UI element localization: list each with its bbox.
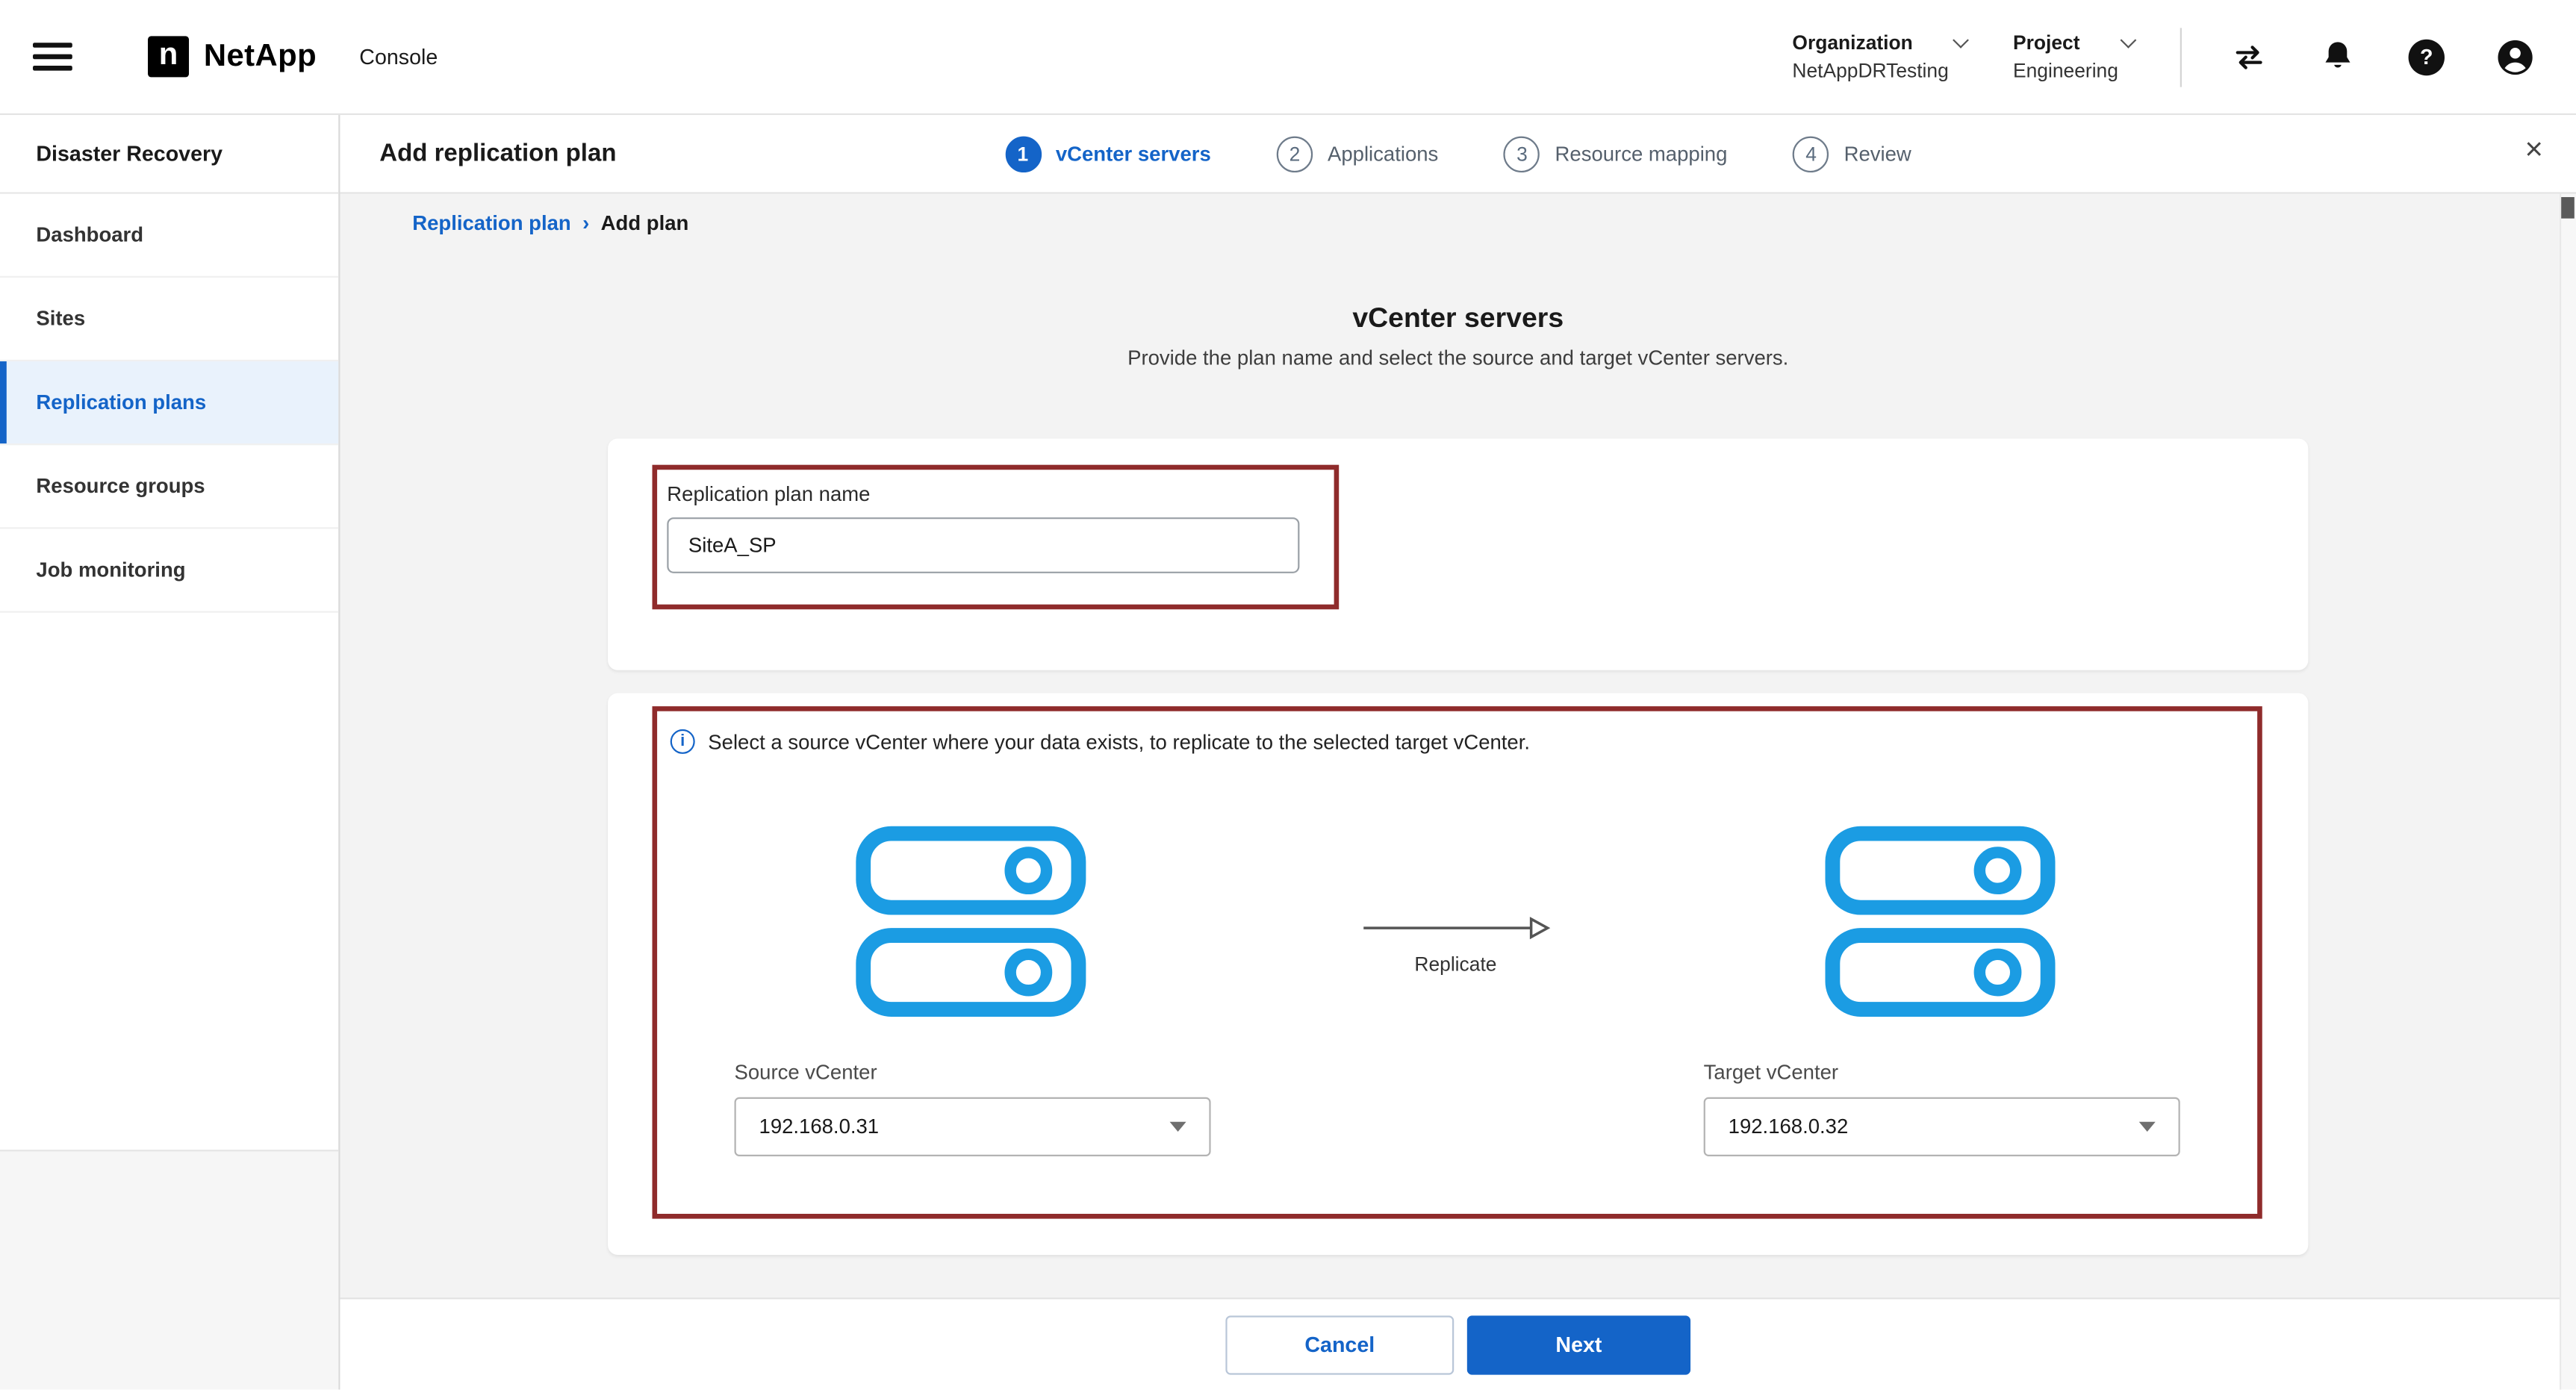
chevron-down-icon [2121,32,2137,49]
netapp-logo-mark: n [148,36,189,77]
wizard-content: Replication plan › Add plan vCenter serv… [340,194,2576,1298]
organization-value: NetAppDRTesting [1792,59,1967,82]
step-vcenter-servers[interactable]: 1 vCenter servers [1005,136,1211,172]
sidebar-item-label: Job monitoring [36,558,185,582]
step-number: 2 [1277,136,1313,172]
wizard-stepper: 1 vCenter servers 2 Applications 3 Resou… [1005,136,1911,172]
step-review[interactable]: 4 Review [1793,136,1911,172]
source-vcenter-value: 192.168.0.31 [759,1115,880,1138]
info-row: i Select a source vCenter where your dat… [671,729,1530,754]
netapp-logo-text: NetApp [204,39,317,75]
vcenter-selection-card: i Select a source vCenter where your dat… [608,694,2308,1255]
notifications-bell-icon[interactable] [2316,35,2359,78]
help-glyph: ? [2409,39,2445,75]
page-subheading: Provide the plan name and select the sou… [340,346,2576,370]
wizard-footer: Cancel Next [340,1297,2576,1389]
sidebar-item-label: Resource groups [36,475,205,498]
plan-name-label: Replication plan name [667,483,870,506]
project-value: Engineering [2013,59,2134,82]
sidebar-item-label: Dashboard [36,223,143,246]
step-resource-mapping[interactable]: 3 Resource mapping [1504,136,1727,172]
connector-icon[interactable] [2228,35,2271,78]
app-window: n NetApp Console Organization NetAppDRTe… [0,0,2576,1389]
sidebar-empty-area [0,1150,338,1389]
sidebar-item-sites[interactable]: Sites [0,278,338,361]
step-label: vCenter servers [1056,142,1211,165]
source-vcenter-label: Source vCenter [735,1061,877,1084]
hamburger-menu-icon[interactable] [33,43,72,70]
sidebar: Disaster Recovery Dashboard Sites Replic… [0,115,340,1389]
step-number: 4 [1793,136,1829,172]
breadcrumb-replication-plan-link[interactable]: Replication plan [412,212,570,235]
project-label: Project [2013,31,2080,54]
step-label: Resource mapping [1555,142,1728,165]
vertical-scrollbar[interactable] [2560,115,2576,1389]
scrollbar-thumb[interactable] [2561,197,2575,219]
help-icon[interactable]: ? [2405,35,2448,78]
chevron-down-icon [2139,1122,2156,1132]
topbar: n NetApp Console Organization NetAppDRTe… [0,0,2576,115]
breadcrumb-current: Add plan [601,212,689,235]
target-vcenter-label: Target vCenter [1704,1061,1838,1084]
page-title: Add replication plan [379,140,616,167]
step-number: 1 [1005,136,1041,172]
replicate-label: Replicate [1360,953,1551,976]
step-applications[interactable]: 2 Applications [1277,136,1439,172]
netapp-logo: n NetApp [148,36,317,77]
sidebar-item-dashboard[interactable]: Dashboard [0,194,338,278]
plan-name-card: Replication plan name [608,438,2308,670]
sidebar-item-label: Sites [36,307,85,330]
target-vcenter-select[interactable]: 192.168.0.32 [1704,1097,2180,1156]
replication-plan-name-input[interactable] [667,517,1299,573]
step-label: Applications [1328,142,1438,165]
breadcrumb-separator-icon: › [582,212,589,235]
organization-label: Organization [1792,31,1912,54]
chevron-down-icon [1953,32,1970,49]
page-heading: vCenter servers [340,302,2576,335]
topbar-right: Organization NetAppDRTesting Project Eng… [1792,27,2536,86]
target-vcenter-value: 192.168.0.32 [1729,1115,1849,1138]
info-text: Select a source vCenter where your data … [708,730,1530,753]
wizard-header: Add replication plan 1 vCenter servers 2… [340,115,2576,194]
step-label: Review [1844,142,1911,165]
close-icon[interactable]: × [2525,134,2543,166]
cancel-button[interactable]: Cancel [1225,1315,1454,1374]
sidebar-item-job-monitoring[interactable]: Job monitoring [0,529,338,612]
project-selector[interactable]: Project Engineering [2013,31,2134,82]
sidebar-item-resource-groups[interactable]: Resource groups [0,445,338,529]
sidebar-title: Disaster Recovery [0,115,338,194]
source-vcenter-icon [854,825,1087,1019]
topbar-divider [2180,27,2182,86]
organization-selector[interactable]: Organization NetAppDRTesting [1792,31,1967,82]
target-vcenter-icon [1823,825,2056,1019]
account-icon[interactable] [2494,35,2536,78]
info-icon: i [671,729,695,754]
replicate-arrow-icon [1360,917,1551,948]
next-button[interactable]: Next [1467,1315,1690,1374]
source-vcenter-select[interactable]: 192.168.0.31 [735,1097,1211,1156]
sidebar-item-label: Replication plans [36,391,206,414]
sidebar-item-replication-plans[interactable]: Replication plans [0,361,338,445]
chevron-down-icon [1170,1122,1186,1132]
breadcrumb: Replication plan › Add plan [412,212,688,235]
step-number: 3 [1504,136,1540,172]
product-name: Console [359,44,438,69]
